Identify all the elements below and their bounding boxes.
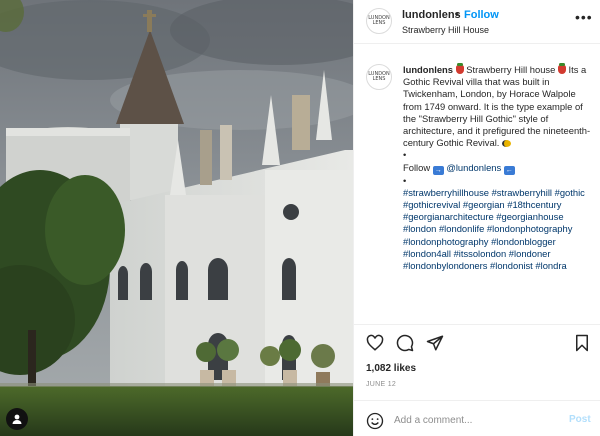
- save-button[interactable]: [573, 334, 591, 352]
- post-photo[interactable]: [0, 0, 353, 436]
- more-options-icon[interactable]: •••: [575, 10, 593, 24]
- hashtag-list: #strawberryhillhouse #strawberryhill #go…: [403, 187, 595, 272]
- caption-text: lundonlens Strawberry Hill house Its a G…: [403, 63, 595, 272]
- person-icon: [12, 414, 22, 424]
- caption-title: Strawberry Hill house: [466, 64, 556, 75]
- like-button[interactable]: [366, 334, 384, 352]
- avatar[interactable]: LUNDON LENS: [366, 8, 392, 34]
- comment-button[interactable]: [396, 334, 414, 352]
- caption-bullet-2: •: [403, 174, 407, 186]
- like-count[interactable]: 1,082 likes: [366, 363, 416, 374]
- heart-icon: [366, 334, 384, 351]
- paper-plane-icon: [426, 335, 444, 351]
- share-button[interactable]: [426, 334, 444, 352]
- bookmark-icon: [576, 334, 588, 352]
- follow-button[interactable]: Follow: [464, 9, 499, 21]
- comment-bar: Post: [354, 400, 600, 436]
- header-separator: •: [455, 9, 459, 21]
- arrow-left-icon: ←: [503, 165, 515, 175]
- strawberry-icon: [557, 63, 566, 74]
- location-link[interactable]: Strawberry Hill House: [402, 25, 489, 35]
- strawberry-icon: [455, 63, 464, 74]
- hashtags-link[interactable]: #strawberryhillhouse #strawberryhill #go…: [403, 187, 585, 271]
- caption-handle-link[interactable]: @lundonlens: [446, 162, 501, 173]
- caption-area: LUNDON LENS lundonlens Strawberry Hill h…: [354, 44, 600, 324]
- comment-bubble-icon: [396, 334, 414, 352]
- caption-avatar[interactable]: LUNDON LENS: [366, 64, 392, 90]
- caption-bullet: •: [403, 149, 407, 161]
- header-username[interactable]: lundonlens: [402, 9, 461, 21]
- comment-input[interactable]: [394, 411, 559, 429]
- bee-icon: [502, 140, 512, 148]
- tagged-user-icon[interactable]: [6, 408, 28, 430]
- post-date[interactable]: JUNE 12: [366, 381, 396, 388]
- post-comment-button[interactable]: Post: [569, 414, 591, 425]
- caption-avatar-text: LUNDON LENS: [368, 71, 390, 82]
- arrow-right-icon: →: [432, 165, 444, 175]
- caption-username[interactable]: lundonlens: [403, 64, 453, 75]
- caption-body: Its a Gothic Revival villa that was buil…: [403, 64, 591, 149]
- post-header: LUNDON LENS lundonlens • Follow Strawber…: [354, 0, 600, 44]
- emoji-picker-button[interactable]: [366, 412, 384, 430]
- caption-follow-text: Follow: [403, 161, 431, 173]
- avatar-text: LUNDON LENS: [368, 15, 390, 26]
- smiley-icon: [366, 412, 384, 430]
- post-side-panel: LUNDON LENS lundonlens • Follow Strawber…: [353, 0, 600, 436]
- action-bar: [354, 324, 600, 360]
- strawberry-hill-house-image: [0, 0, 353, 436]
